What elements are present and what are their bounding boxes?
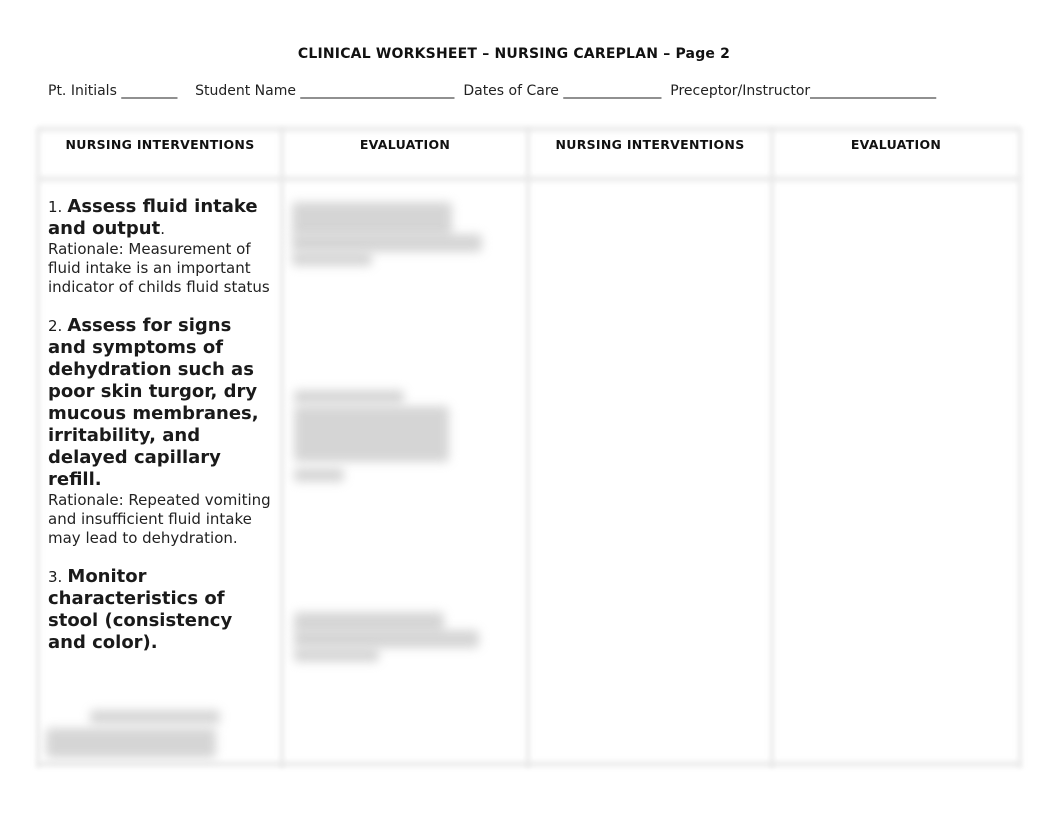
intervention-item: 1. Assess fluid intake and output. Ratio…	[48, 196, 274, 297]
intervention-item: 2. Assess for signs and symptoms of dehy…	[48, 315, 274, 548]
item-number: 3.	[48, 568, 63, 586]
column-header: NURSING INTERVENTIONS	[65, 137, 255, 152]
obscured-evaluation	[292, 234, 482, 252]
column-header: NURSING INTERVENTIONS	[555, 137, 745, 152]
obscured-evaluation	[292, 252, 372, 266]
item-heading: Assess fluid intake and output	[48, 196, 258, 239]
item-rationale: Rationale: Measurement of fluid intake i…	[48, 240, 270, 296]
column-interventions-2: NURSING INTERVENTIONS	[528, 128, 772, 764]
patient-info-line: Pt. Initials ________ Student Name _____…	[48, 83, 937, 99]
careplan-table: NURSING INTERVENTIONS 1. Assess fluid in…	[34, 124, 1024, 769]
item-number: 2.	[48, 317, 63, 335]
intervention-item: 3. Monitor characteristics of stool (con…	[48, 566, 274, 654]
column-evaluation-1: EVALUATION	[282, 128, 528, 764]
obscured-text	[90, 710, 220, 724]
obscured-evaluation	[294, 630, 479, 648]
obscured-evaluation	[294, 406, 449, 462]
column-evaluation-2: EVALUATION	[772, 128, 1020, 764]
item-heading: Monitor characteristics of stool (consis…	[48, 566, 233, 653]
obscured-text	[46, 728, 216, 758]
interventions-list: 1. Assess fluid intake and output. Ratio…	[48, 196, 274, 672]
obscured-evaluation	[294, 612, 444, 632]
column-header: EVALUATION	[850, 137, 942, 152]
item-number: 1.	[48, 198, 63, 216]
column-header: EVALUATION	[359, 137, 451, 152]
item-heading-suffix: .	[160, 220, 165, 238]
page-title: CLINICAL WORKSHEET – NURSING CAREPLAN – …	[297, 46, 731, 62]
item-heading: Assess for signs and symptoms of dehydra…	[48, 315, 259, 490]
obscured-evaluation	[294, 468, 344, 482]
obscured-evaluation	[294, 648, 379, 662]
item-rationale: Rationale: Repeated vomiting and insuffi…	[48, 491, 271, 547]
column-interventions-1: NURSING INTERVENTIONS 1. Assess fluid in…	[38, 128, 282, 764]
obscured-evaluation	[294, 390, 404, 404]
obscured-evaluation	[292, 202, 452, 236]
